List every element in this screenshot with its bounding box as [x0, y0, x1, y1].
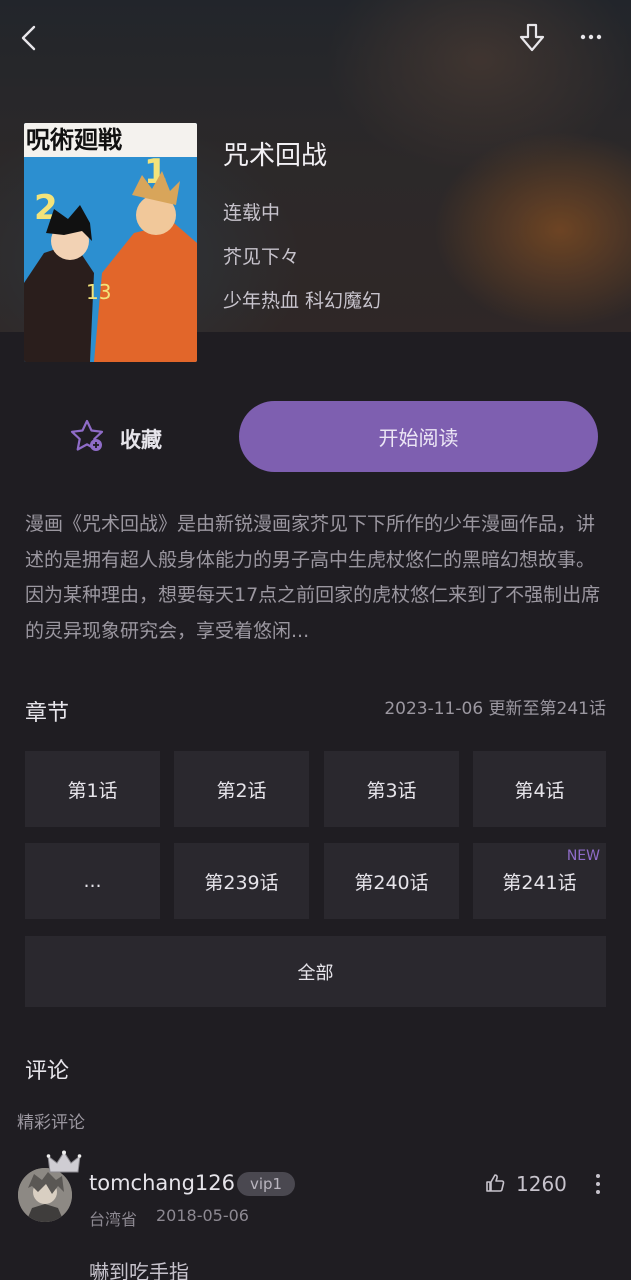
more-horizontal-icon[interactable]	[576, 24, 606, 50]
svg-text:13: 13	[86, 280, 111, 304]
start-reading-button[interactable]: 开始阅读	[239, 401, 598, 472]
chapter-label: 第240话	[354, 871, 429, 894]
comments-heading: 评论	[25, 1059, 70, 1084]
chapter-tile[interactable]: 第4话	[473, 751, 606, 827]
more-vertical-icon[interactable]	[589, 1172, 607, 1196]
chapter-tile-ellipsis[interactable]: ...	[25, 843, 160, 919]
comic-description[interactable]: 漫画《咒术回战》是由新锐漫画家芥见下下所作的少年漫画作品，讲述的是拥有超人般身体…	[25, 507, 605, 649]
all-chapters-button[interactable]: 全部	[25, 936, 606, 1007]
comic-author[interactable]: 芥见下々	[223, 242, 299, 269]
description-text: 漫画《咒术回战》是由新锐漫画家芥见下下所作的少年漫画作品，讲述的是拥有超人般身体…	[25, 513, 601, 642]
chapter-label: 第239话	[204, 871, 279, 894]
like-count: 1260	[516, 1172, 567, 1196]
favorite-label: 收藏	[120, 428, 162, 452]
new-badge: NEW	[566, 848, 600, 864]
comment-date: 2018-05-06	[156, 1206, 249, 1225]
comment-username[interactable]: tomchang126	[89, 1171, 235, 1195]
vip-badge: vip1	[237, 1172, 295, 1196]
chapter-label: 第2话	[216, 779, 267, 802]
thumbs-up-icon[interactable]	[485, 1173, 505, 1193]
comment-region: 台湾省	[89, 1210, 138, 1229]
top-bar	[0, 0, 631, 76]
cover-title: 呪術廻戦	[26, 126, 122, 154]
chapter-label: 第4话	[514, 779, 565, 802]
comment-text: 嚇到吃手指	[89, 1260, 189, 1280]
chapters-heading: 章节	[25, 701, 70, 726]
chapter-tile[interactable]: 第239话	[174, 843, 309, 919]
chapter-label: ...	[83, 870, 102, 892]
chapter-tile[interactable]: 第2话	[174, 751, 309, 827]
chapter-tile[interactable]: 第240话	[324, 843, 459, 919]
chapter-label: 第1话	[67, 779, 118, 802]
chapter-label: 第241话	[502, 871, 577, 894]
chapter-label: 第3话	[366, 779, 417, 802]
update-info: 2023-11-06 更新至第241话	[384, 699, 606, 719]
comic-cover[interactable]: 呪術廻戦 1 2 13	[24, 123, 197, 362]
comic-status: 连载中	[223, 202, 281, 224]
favorite-button[interactable]: 收藏	[24, 402, 224, 472]
cover-illustration: 呪術廻戦 1 2 13	[24, 123, 197, 362]
download-icon[interactable]	[516, 22, 548, 54]
crown-icon	[46, 1150, 82, 1173]
chevron-left-icon[interactable]	[14, 22, 44, 54]
chapter-tile-latest[interactable]: NEW 第241话	[473, 843, 606, 919]
star-add-icon	[70, 419, 104, 451]
chapter-tile[interactable]: 第1话	[25, 751, 160, 827]
featured-comments-label: 精彩评论	[17, 1113, 85, 1133]
chapter-tile[interactable]: 第3话	[324, 751, 459, 827]
comic-title: 咒术回战	[223, 141, 328, 171]
comic-tags[interactable]: 少年热血 科幻魔幻	[223, 286, 381, 313]
